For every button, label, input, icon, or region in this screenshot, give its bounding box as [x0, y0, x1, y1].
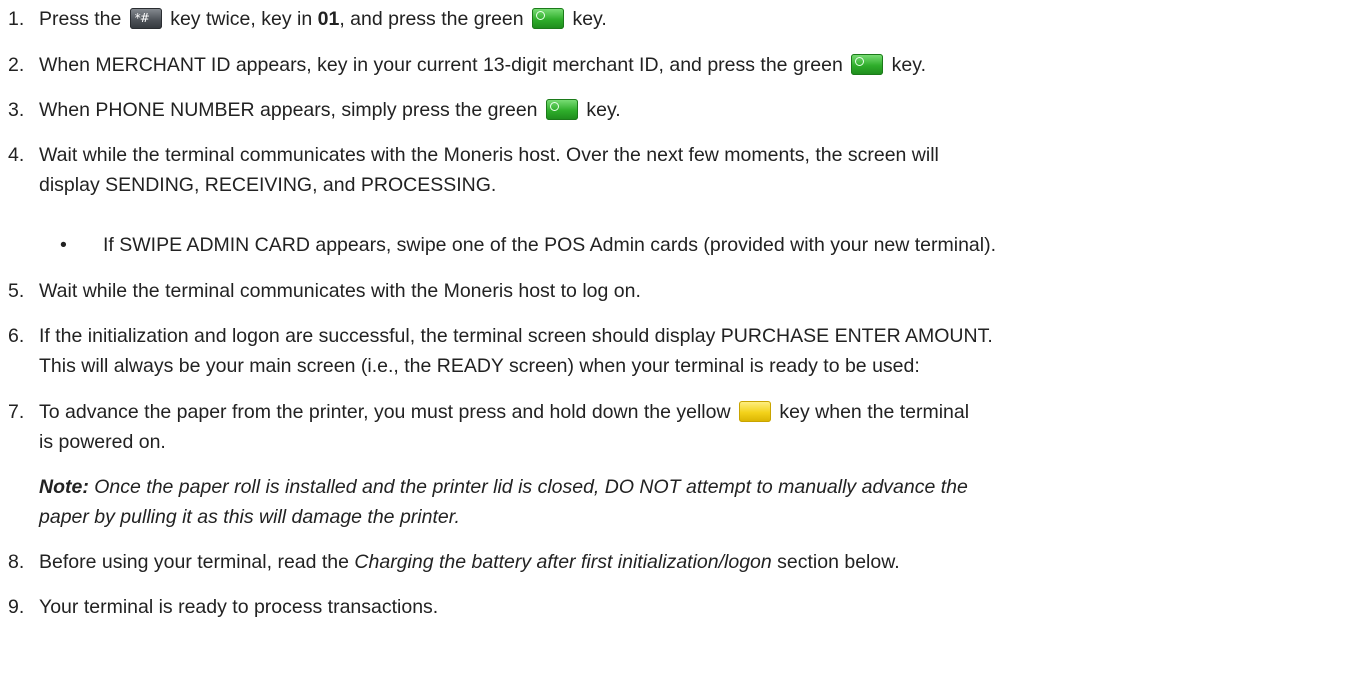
- green-ok-key-icon: [545, 99, 578, 120]
- step-number: 2.: [8, 54, 25, 76]
- step-text: When PHONE NUMBER appears, simply press …: [39, 99, 621, 121]
- step-text: Press the *# key twice, key in 01, and p…: [39, 8, 607, 30]
- step-text: Your terminal is ready to process transa…: [39, 596, 439, 618]
- step-number: 9.: [8, 596, 25, 618]
- step-number: 3.: [8, 99, 25, 121]
- green-ok-key-icon: [532, 8, 565, 29]
- key-code: 01: [317, 8, 340, 30]
- step-number: 4.: [8, 144, 25, 166]
- step-text: Wait while the terminal communicates wit…: [39, 280, 641, 302]
- key-glyph: *#: [134, 11, 150, 25]
- step-text: When MERCHANT ID appears, key in your cu…: [39, 54, 926, 76]
- step-number: 6.: [8, 325, 25, 347]
- note: Note: Once the paper roll is installed a…: [39, 476, 968, 528]
- note-label: Note:: [39, 476, 89, 498]
- bullet-text: If SWIPE ADMIN CARD appears, swipe one o…: [103, 234, 997, 256]
- function-hash-key-icon: *#: [129, 8, 162, 29]
- step-text: If the initialization and logon are succ…: [39, 325, 993, 377]
- step-text: To advance the paper from the printer, y…: [39, 401, 970, 453]
- yellow-key-icon: [738, 401, 771, 422]
- step-text: Wait while the terminal communicates wit…: [39, 144, 939, 196]
- step-number: 8.: [8, 551, 25, 573]
- step-number: 5.: [8, 280, 25, 302]
- step-text: Before using your terminal, read the Cha…: [39, 551, 900, 573]
- bullet-icon: •: [60, 234, 67, 256]
- instruction-document: 1. Press the *# key twice, key in 01, an…: [0, 0, 1369, 698]
- step-number: 7.: [8, 401, 25, 423]
- section-reference: Charging the battery after first initial…: [354, 551, 772, 573]
- step-number: 1.: [8, 8, 25, 30]
- green-ok-key-icon: [851, 54, 884, 75]
